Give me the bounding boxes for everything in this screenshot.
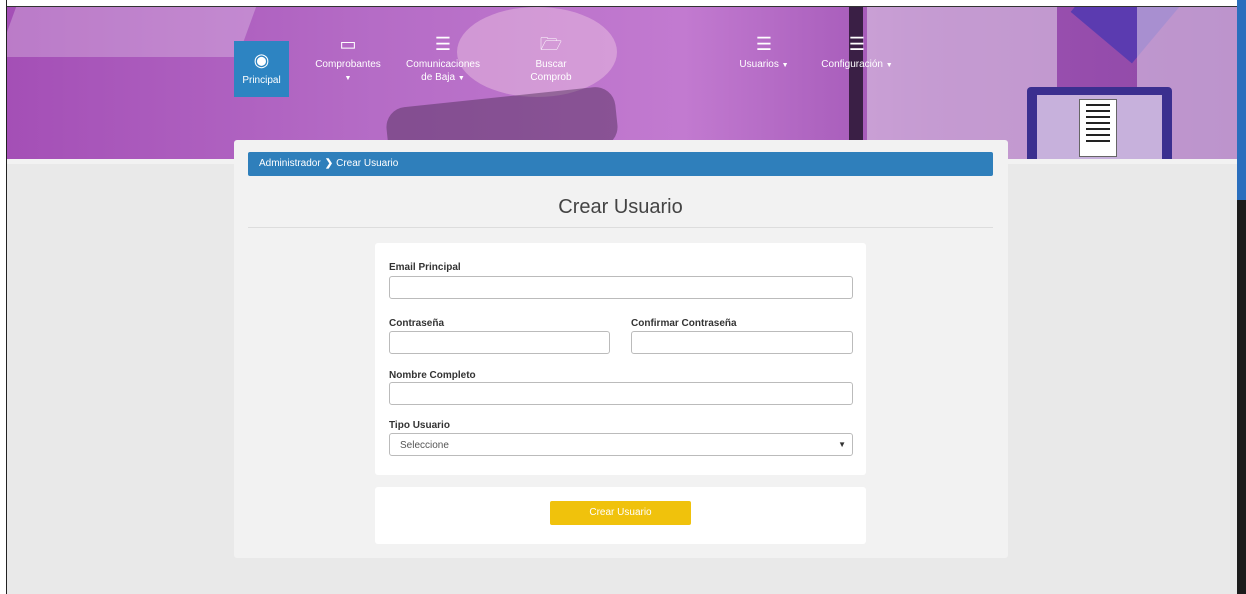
nav-label-comunicaciones: Comunicaciones <box>406 59 480 70</box>
nav-label-buscar: Buscar <box>535 59 567 70</box>
nav-item-principal[interactable]: ◉ Principal <box>234 41 289 97</box>
page-title: Crear Usuario <box>558 196 683 218</box>
nav-label-principal: Principal <box>242 75 281 86</box>
caret-down-icon: ▼ <box>457 75 465 82</box>
list-icon: ☰ <box>848 34 866 54</box>
caret-down-icon: ▼ <box>781 62 789 69</box>
caret-down-icon: ▼ <box>344 75 352 82</box>
nav-item-usuarios[interactable]: ☰ Usuarios ▼ <box>738 34 790 72</box>
nav-label-comprobantes: Comprobantes <box>315 59 381 70</box>
dashboard-icon: ◉ <box>253 50 270 70</box>
confirm-password-field[interactable] <box>631 331 853 354</box>
create-user-button[interactable]: Crear Usuario <box>550 501 691 525</box>
window-right-edge <box>1237 0 1246 594</box>
confirm-password-label: Confirmar Contraseña <box>631 318 737 329</box>
caret-down-icon: ▼ <box>885 62 893 69</box>
password-field[interactable] <box>389 331 610 354</box>
full-name-label: Nombre Completo <box>389 370 476 381</box>
folder-open-icon: 🗁 <box>539 34 563 54</box>
window-top-edge <box>0 0 1246 7</box>
nav-item-comprobantes[interactable]: ▭ Comprobantes ▼ <box>312 34 384 85</box>
password-label: Contraseña <box>389 318 445 329</box>
full-name-field[interactable] <box>389 382 853 405</box>
nav-label-configuracion: Configuración <box>821 59 883 70</box>
breadcrumb-root[interactable]: Administrador <box>259 158 321 169</box>
nav-item-buscar-comprob[interactable]: 🗁 Buscar Comprob <box>520 34 582 84</box>
user-type-select[interactable]: Seleccione ▼ <box>389 433 853 456</box>
nav-label-comprob: Comprob <box>530 72 572 83</box>
nav-item-comunicaciones-de-baja[interactable]: ☰ Comunicaciones de Baja ▼ <box>400 34 486 85</box>
nav-label-de-baja: de Baja <box>421 72 456 83</box>
breadcrumb: Administrador ❯ Crear Usuario <box>248 152 993 176</box>
chevron-right-icon: ❯ <box>324 158 334 169</box>
title-divider <box>248 227 993 228</box>
email-field[interactable] <box>389 276 853 299</box>
breadcrumb-current: Crear Usuario <box>336 158 399 169</box>
laptop-icon: ▭ <box>339 34 357 54</box>
list-icon: ☰ <box>434 34 452 54</box>
nav-item-configuracion[interactable]: ☰ Configuración ▼ <box>814 34 900 72</box>
user-type-label: Tipo Usuario <box>389 420 450 431</box>
user-type-selected: Seleccione <box>400 440 449 451</box>
dropdown-arrow-icon: ▼ <box>838 440 846 449</box>
nav-label-usuarios: Usuarios <box>739 59 779 70</box>
list-icon: ☰ <box>755 34 773 54</box>
email-label: Email Principal <box>389 262 461 273</box>
window-left-edge <box>0 0 7 594</box>
